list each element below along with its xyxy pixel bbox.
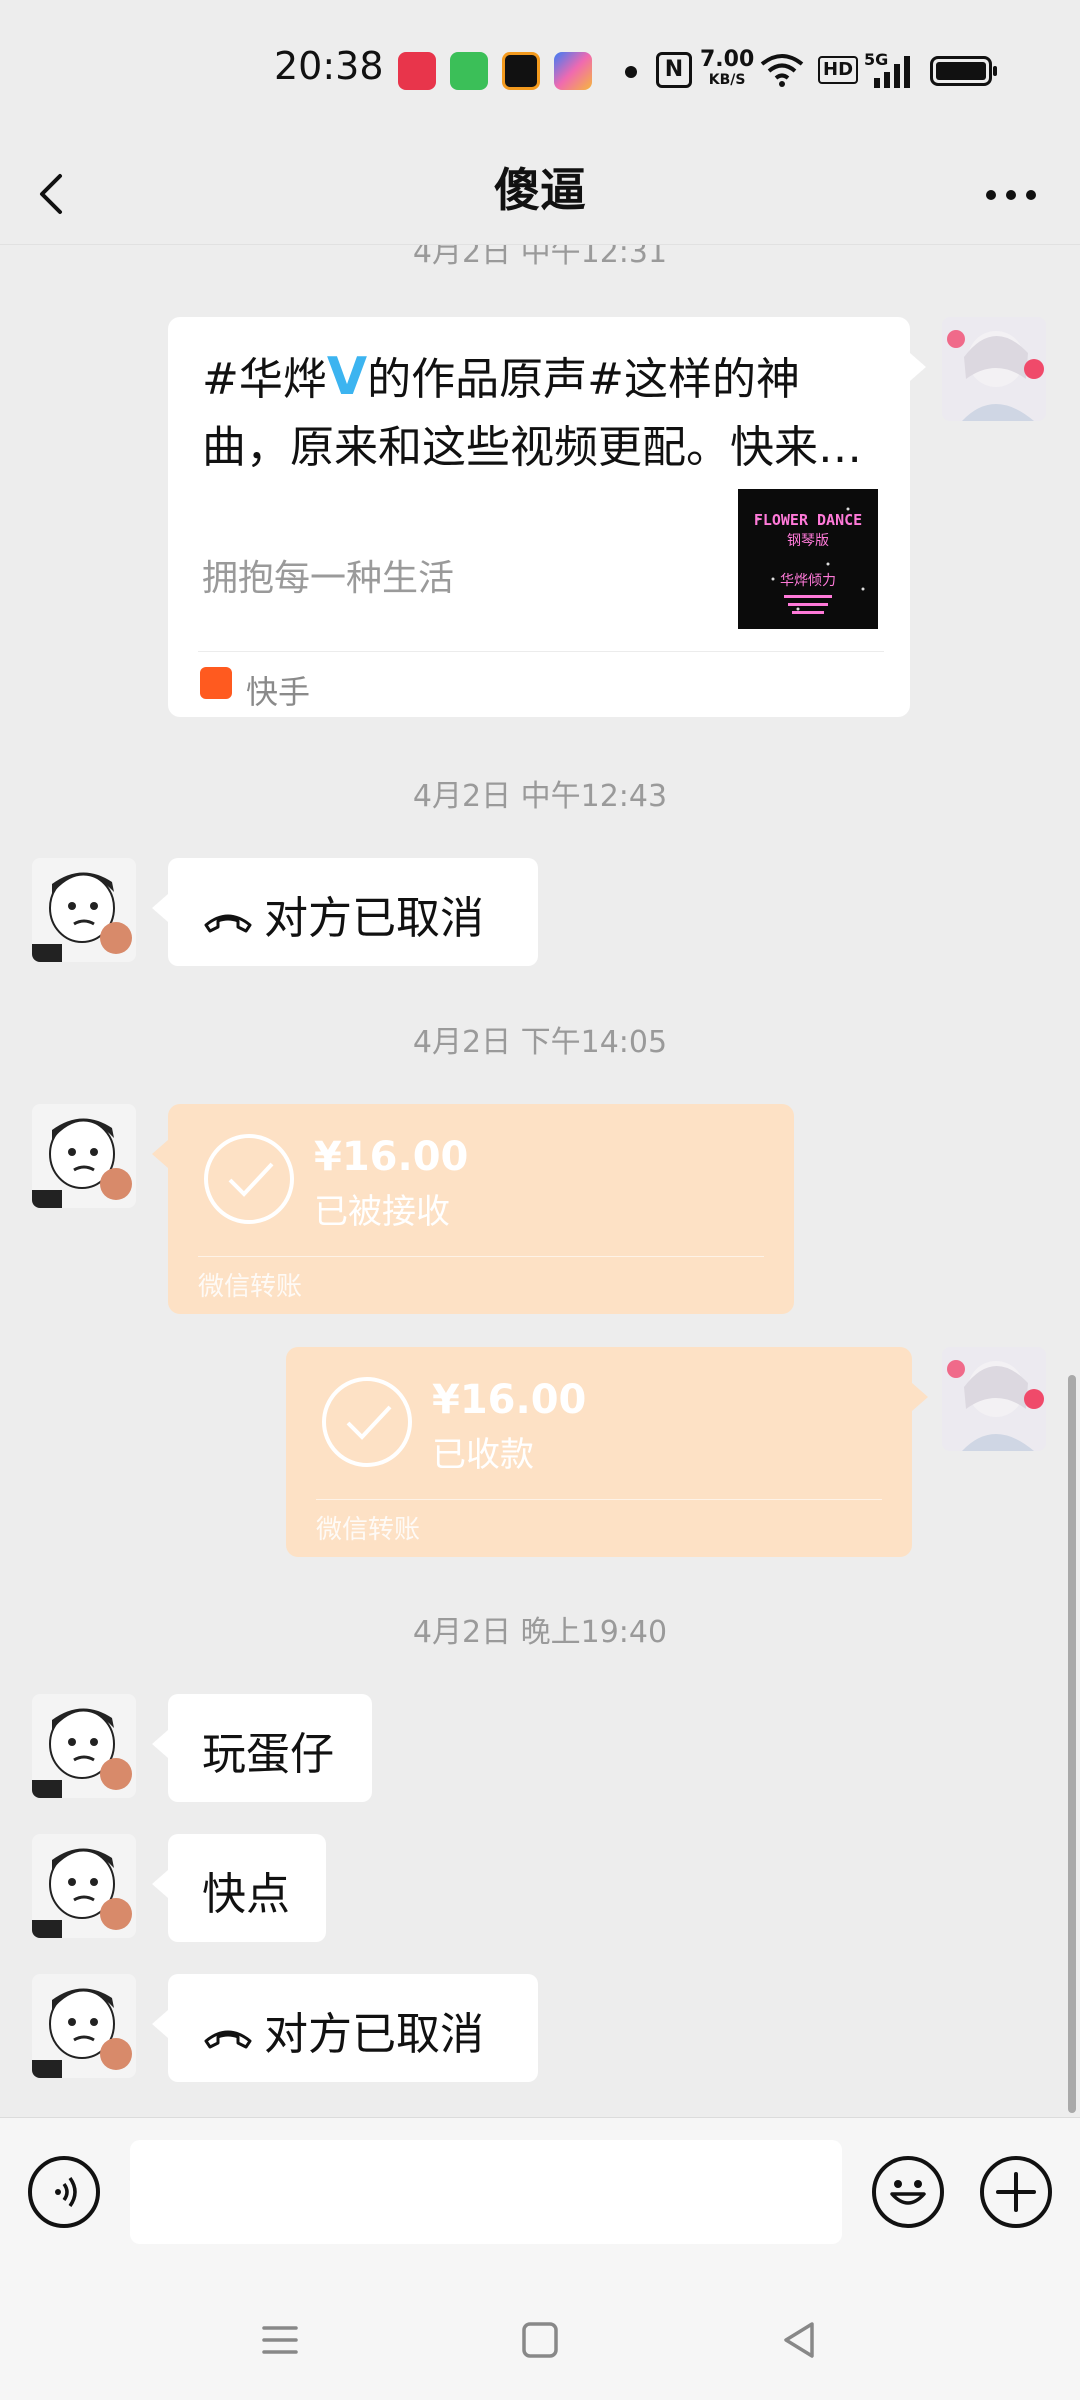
timestamp: 4月2日 中午12:43 (412, 779, 668, 814)
phone-hangup-icon (204, 2030, 252, 2049)
transfer-amount: ¥16.00 (432, 1377, 587, 1423)
share-card[interactable]: #华烨V的作品原声#这样的神 曲，原来和这些视频更配。快来… 拥抱每一种生活 F… (168, 317, 926, 717)
voice-button[interactable] (28, 2156, 100, 2228)
avatar[interactable] (32, 858, 136, 962)
thumbnail-text-1: FLOWER DANCE (754, 511, 862, 529)
contact-avatar-image (32, 858, 136, 962)
transfer-status: 已收款 (432, 1435, 534, 1475)
more-icon (986, 190, 996, 200)
message-text: 快点 (202, 1869, 290, 1920)
call-status: 对方已取消 (264, 2009, 484, 2060)
contact-avatar-image (32, 1104, 136, 1208)
status-time: 20:38 (274, 44, 384, 88)
back-triangle-icon (784, 2322, 814, 2358)
verified-badge-icon: V (326, 347, 368, 407)
avatar[interactable] (942, 1347, 1046, 1451)
avatar[interactable] (32, 1834, 136, 1938)
transfer-divider (316, 1499, 882, 1500)
call-message[interactable]: 对方已取消 (152, 858, 538, 966)
scrollbar[interactable] (1068, 1375, 1076, 2113)
timestamp: 4月2日 中午12:31 (412, 245, 668, 270)
hd-badge: HD (818, 56, 859, 84)
transfer-status: 已被接收 (314, 1192, 450, 1232)
voice-icon (55, 2176, 77, 2208)
nav-home-button[interactable] (510, 2310, 570, 2370)
nav-menu-button[interactable] (250, 2310, 310, 2370)
home-square-icon (522, 2322, 558, 2358)
check-circle-icon (204, 1134, 294, 1224)
more-button[interactable] (976, 170, 1046, 220)
message-list[interactable]: 4月2日 中午12:31 #华烨V的作品原声#这样的神 曲，原来和这些视频更配。… (0, 245, 1080, 2117)
wechat-mini-icon (450, 52, 488, 90)
text-message[interactable]: 玩蛋仔 (152, 1694, 372, 1802)
timestamp: 4月2日 下午14:05 (412, 1025, 668, 1060)
nav-back-button[interactable] (770, 2310, 830, 2370)
avatar[interactable] (32, 1974, 136, 2078)
contact-avatar-image (32, 1974, 136, 2078)
avatar[interactable] (942, 317, 1046, 421)
plus-icon (996, 2172, 1036, 2212)
share-source: 快手 (246, 673, 311, 711)
transfer-label: 微信转账 (316, 1515, 421, 1545)
video-app-icon (398, 52, 436, 90)
wifi-icon (760, 54, 804, 87)
phone-hangup-icon (204, 914, 252, 933)
net-speed-unit: KB/S (708, 72, 746, 88)
chat-screen: 20:38 N 7.00 KB/S HD 5G 傻逼 4月2日 中午12:31 … (0, 0, 1080, 2400)
share-divider (198, 651, 884, 652)
share-title: #华烨V的作品原声#这样的神 曲，原来和这些视频更配。快来… (202, 343, 882, 482)
call-message[interactable]: 对方已取消 (152, 1974, 538, 2082)
chat-header: 傻逼 (0, 140, 1080, 250)
emoji-icon (890, 2180, 926, 2205)
battery-icon (930, 56, 997, 86)
signal-icon (874, 56, 910, 88)
chat-title: 傻逼 (494, 163, 586, 217)
notification-dot-icon (625, 66, 637, 78)
nfc-icon: N (656, 52, 692, 88)
plus-button[interactable] (980, 2156, 1052, 2228)
avatar[interactable] (32, 1104, 136, 1208)
kuaishou-icon (200, 667, 232, 699)
share-thumbnail: FLOWER DANCE 钢琴版 华烨倾力 (738, 489, 878, 629)
transfer-card[interactable]: ¥16.00 已被接收 微信转账 (152, 1104, 794, 1314)
check-circle-icon (322, 1377, 412, 1467)
thumbnail-art: FLOWER DANCE 钢琴版 华烨倾力 (738, 489, 878, 629)
thumbnail-text-2: 钢琴版 (787, 533, 829, 549)
transfer-label: 微信转账 (198, 1272, 303, 1302)
call-status: 对方已取消 (264, 893, 484, 944)
orange-app-icon (502, 52, 540, 90)
message-text: 玩蛋仔 (202, 1729, 334, 1780)
net-speed: 7.00 KB/S (700, 47, 755, 90)
net-speed-value: 7.00 (700, 47, 755, 72)
share-subtitle: 拥抱每一种生活 (202, 558, 455, 599)
transfer-card[interactable]: ¥16.00 已收款 微信转账 (286, 1347, 928, 1557)
input-bar (0, 2117, 1080, 2281)
contact-avatar-image (32, 1694, 136, 1798)
self-avatar-image (942, 317, 1046, 421)
avatar[interactable] (32, 1694, 136, 1798)
menu-icon (262, 2326, 298, 2354)
timestamp: 4月2日 晚上19:40 (412, 1615, 668, 1650)
status-bar: 20:38 N 7.00 KB/S HD 5G (0, 0, 1080, 140)
contact-avatar-image (32, 1834, 136, 1938)
self-avatar-image (942, 1347, 1046, 1451)
text-message[interactable]: 快点 (152, 1834, 326, 1942)
blue-app-icon (554, 52, 592, 90)
system-nav-bar (0, 2280, 1080, 2400)
transfer-amount: ¥16.00 (314, 1134, 469, 1180)
thumbnail-text-3: 华烨倾力 (780, 573, 836, 589)
emoji-button[interactable] (872, 2156, 944, 2228)
message-input[interactable] (130, 2140, 842, 2244)
transfer-divider (198, 1256, 764, 1257)
